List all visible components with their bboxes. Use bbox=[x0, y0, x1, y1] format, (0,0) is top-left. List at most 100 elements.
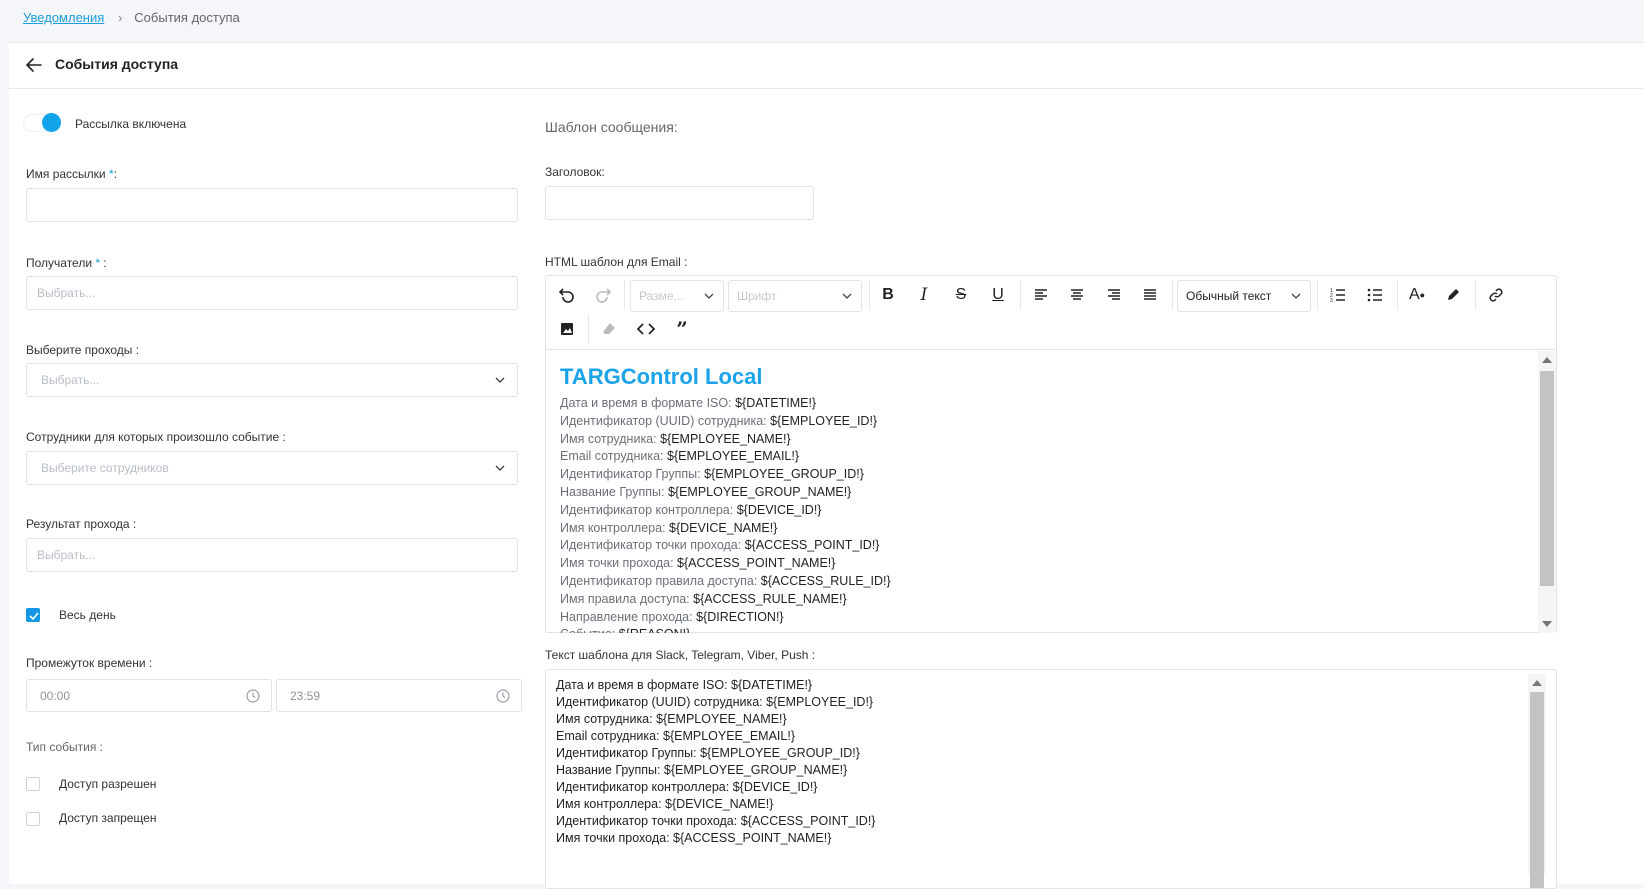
page-header: События доступа bbox=[9, 43, 1644, 89]
scroll-thumb[interactable] bbox=[1530, 692, 1544, 888]
text-template-textarea[interactable]: Дата и время в формате ISO: ${DATETIME!}… bbox=[545, 669, 1557, 889]
quote-icon[interactable]: ” bbox=[668, 316, 696, 342]
chevron-down-icon bbox=[495, 465, 505, 471]
all-day-checkbox[interactable] bbox=[26, 608, 40, 622]
access-granted-checkbox[interactable] bbox=[26, 777, 40, 791]
recipients-placeholder: Выбрать... bbox=[37, 286, 96, 300]
line-key: Имя точки прохода: bbox=[560, 556, 678, 571]
text-template-line: Идентификатор (UUID) сотрудника: ${EMPLO… bbox=[556, 695, 874, 709]
line-variable: ${EMPLOYEE_EMAIL!} bbox=[667, 449, 800, 464]
svg-text:3: 3 bbox=[1330, 298, 1333, 303]
html-template-line: Событие: ${REASON!} bbox=[560, 626, 1542, 633]
line-variable: ${EMPLOYEE_ID!} bbox=[770, 413, 878, 428]
employees-label: Сотрудники для которых произошло событие… bbox=[26, 430, 286, 444]
breadcrumb-link-notifications[interactable]: Уведомления bbox=[23, 10, 104, 25]
font-size-select[interactable]: Разме... bbox=[630, 280, 724, 312]
text-template-line: Email сотрудника: ${EMPLOYEE_EMAIL!} bbox=[556, 729, 796, 743]
editor-content[interactable]: TARGControl Local Дата и время в формате… bbox=[546, 351, 1556, 633]
employees-placeholder: Выберите сотрудников bbox=[41, 461, 169, 475]
html-template-line: Название Группы: ${EMPLOYEE_GROUP_NAME!} bbox=[560, 484, 1542, 502]
bullet-list-icon[interactable] bbox=[1361, 282, 1389, 308]
mailing-name-label-text: Имя рассылки bbox=[26, 167, 109, 181]
time-to-input[interactable]: 23:59 bbox=[276, 679, 522, 712]
result-placeholder: Выбрать... bbox=[37, 548, 96, 562]
highlight-icon[interactable] bbox=[1439, 282, 1467, 308]
html-template-line: Имя контроллера: ${DEVICE_NAME!} bbox=[560, 520, 1542, 538]
block-format-value: Обычный текст bbox=[1186, 289, 1272, 303]
scroll-thumb[interactable] bbox=[1540, 371, 1554, 586]
clock-icon bbox=[496, 689, 510, 703]
text-template-label: Текст шаблона для Slack, Telegram, Viber… bbox=[545, 648, 816, 662]
bold-icon[interactable]: B bbox=[874, 282, 902, 308]
passages-select[interactable]: Выбрать... bbox=[26, 363, 518, 397]
text-template-line: Идентификатор контроллера: ${DEVICE_ID!} bbox=[556, 780, 818, 794]
font-color-icon[interactable]: A ● bbox=[1403, 282, 1431, 308]
html-template-line: Имя сотрудника: ${EMPLOYEE_NAME!} bbox=[560, 431, 1542, 449]
back-arrow-icon[interactable] bbox=[23, 54, 45, 76]
textarea-scrollbar[interactable] bbox=[1528, 674, 1546, 888]
editor-scrollbar[interactable] bbox=[1538, 351, 1556, 633]
html-template-line: Идентификатор (UUID) сотрудника: ${EMPLO… bbox=[560, 413, 1542, 431]
code-icon[interactable] bbox=[632, 316, 660, 342]
html-template-line: Имя точки прохода: ${ACCESS_POINT_NAME!} bbox=[560, 555, 1542, 573]
align-left-icon[interactable] bbox=[1027, 282, 1055, 308]
line-key: Направление прохода: bbox=[560, 609, 697, 624]
underline-icon[interactable]: U bbox=[984, 282, 1012, 308]
mailing-enabled-toggle[interactable] bbox=[23, 113, 61, 132]
strikethrough-icon[interactable]: S bbox=[947, 282, 975, 308]
text-template-line: Дата и время в формате ISO: ${DATETIME!} bbox=[556, 678, 813, 692]
mailing-name-input[interactable] bbox=[26, 188, 518, 222]
all-day-label: Весь день bbox=[59, 608, 116, 622]
undo-icon[interactable] bbox=[553, 282, 581, 308]
text-template-line: Идентификатор Группы: ${EMPLOYEE_GROUP_I… bbox=[556, 746, 860, 760]
html-template-line: Имя правила доступа: ${ACCESS_RULE_NAME!… bbox=[560, 591, 1542, 609]
breadcrumb-current: События доступа bbox=[134, 10, 240, 25]
scroll-up-icon[interactable] bbox=[1532, 680, 1542, 686]
eraser-icon[interactable] bbox=[595, 316, 623, 342]
html-template-line: Дата и время в формате ISO: ${DATETIME!} bbox=[560, 395, 1542, 413]
time-from-value: 00:00 bbox=[40, 688, 71, 703]
recipients-label-text: Получатели bbox=[26, 256, 96, 270]
chevron-down-icon bbox=[704, 293, 714, 299]
image-icon[interactable] bbox=[553, 316, 581, 342]
ordered-list-icon[interactable]: 123 bbox=[1324, 282, 1352, 308]
scroll-up-icon[interactable] bbox=[1542, 357, 1552, 363]
check-icon bbox=[29, 612, 39, 621]
line-variable: ${EMPLOYEE_GROUP_NAME!} bbox=[667, 484, 852, 499]
text-template-line: Имя контроллера: ${DEVICE_NAME!} bbox=[556, 797, 774, 811]
breadcrumb: Уведомления › События доступа bbox=[23, 10, 240, 25]
access-denied-checkbox[interactable] bbox=[26, 812, 40, 826]
result-label: Результат прохода : bbox=[26, 517, 137, 531]
page-title: События доступа bbox=[55, 56, 179, 72]
html-template-line: Идентификатор контроллера: ${DEVICE_ID!} bbox=[560, 502, 1542, 520]
scroll-down-icon[interactable] bbox=[1542, 621, 1552, 627]
subject-input[interactable] bbox=[545, 186, 814, 220]
link-icon[interactable] bbox=[1482, 282, 1510, 308]
block-format-select[interactable]: Обычный текст bbox=[1177, 280, 1311, 312]
html-template-line: Направление прохода: ${DIRECTION!} bbox=[560, 609, 1542, 627]
line-key: Название Группы: bbox=[560, 484, 668, 499]
font-family-select[interactable]: Шрифт bbox=[728, 280, 862, 312]
line-key: Идентификатор контроллера: bbox=[560, 502, 737, 517]
align-right-icon[interactable] bbox=[1100, 282, 1128, 308]
line-variable: ${DEVICE_ID!} bbox=[736, 502, 822, 517]
line-variable: ${DIRECTION!} bbox=[696, 609, 784, 624]
italic-icon[interactable]: I bbox=[910, 282, 938, 308]
text-template-line: Название Группы: ${EMPLOYEE_GROUP_NAME!} bbox=[556, 763, 848, 777]
align-justify-icon[interactable] bbox=[1136, 282, 1164, 308]
text-template-line: Идентификатор точки прохода: ${ACCESS_PO… bbox=[556, 814, 876, 828]
employees-select[interactable]: Выберите сотрудников bbox=[26, 451, 518, 485]
recipients-select[interactable]: Выбрать... bbox=[26, 276, 518, 310]
redo-icon[interactable] bbox=[589, 282, 617, 308]
line-variable: ${ACCESS_POINT_ID!} bbox=[744, 538, 880, 553]
mailing-name-label: Имя рассылки *: bbox=[26, 167, 117, 181]
toggle-knob bbox=[42, 113, 61, 132]
text-template-line: Имя точки прохода: ${ACCESS_POINT_NAME!} bbox=[556, 831, 832, 845]
toolbar-divider bbox=[1475, 280, 1476, 310]
align-center-icon[interactable] bbox=[1063, 282, 1091, 308]
time-from-input[interactable]: 00:00 bbox=[26, 679, 272, 712]
chevron-down-icon bbox=[1291, 293, 1301, 299]
html-template-line: Идентификатор правила доступа: ${ACCESS_… bbox=[560, 573, 1542, 591]
result-select[interactable]: Выбрать... bbox=[26, 538, 518, 572]
line-variable: ${REASON!} bbox=[619, 627, 691, 633]
